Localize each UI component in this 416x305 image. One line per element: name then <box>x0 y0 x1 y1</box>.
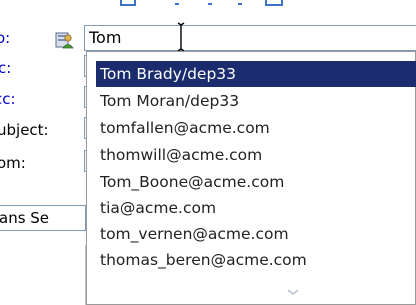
autocomplete-item[interactable]: Tom Brady/dep33 <box>96 61 416 87</box>
autocomplete-dropdown[interactable]: Tom Brady/dep33 Tom Moran/dep33 tomfalle… <box>86 51 416 305</box>
font-selector[interactable]: ans Se <box>0 205 86 231</box>
autocomplete-item[interactable]: tom_vernen@acme.com <box>96 221 416 247</box>
font-name: ans Se <box>0 209 50 227</box>
to-field-value: Tom <box>89 28 122 47</box>
text-cursor-icon <box>177 22 185 52</box>
editor-panel-edge <box>0 245 86 305</box>
autocomplete-item[interactable]: thomas_beren@acme.com <box>96 247 416 273</box>
cc-label: c: <box>0 59 12 77</box>
toolbar-separator <box>238 3 242 5</box>
toolbar-icon[interactable] <box>120 0 136 6</box>
bcc-label: cc: <box>0 90 16 108</box>
to-field[interactable]: Tom <box>84 22 416 52</box>
toolbar-separator <box>208 3 212 5</box>
address-book-icon[interactable] <box>55 30 75 50</box>
subject-label: ubject: <box>0 121 49 139</box>
to-label: o: <box>0 29 11 47</box>
toolbar-icon[interactable] <box>265 0 283 6</box>
chevron-down-icon[interactable] <box>286 288 300 296</box>
autocomplete-item[interactable]: Tom Moran/dep33 <box>96 88 416 114</box>
from-label: om: <box>0 154 26 172</box>
autocomplete-item[interactable]: thomwill@acme.com <box>96 142 416 168</box>
autocomplete-item[interactable]: tomfallen@acme.com <box>96 115 416 141</box>
toolbar-separator <box>175 3 179 5</box>
autocomplete-item[interactable]: tia@acme.com <box>96 195 416 221</box>
autocomplete-item[interactable]: Tom_Boone@acme.com <box>96 169 416 195</box>
